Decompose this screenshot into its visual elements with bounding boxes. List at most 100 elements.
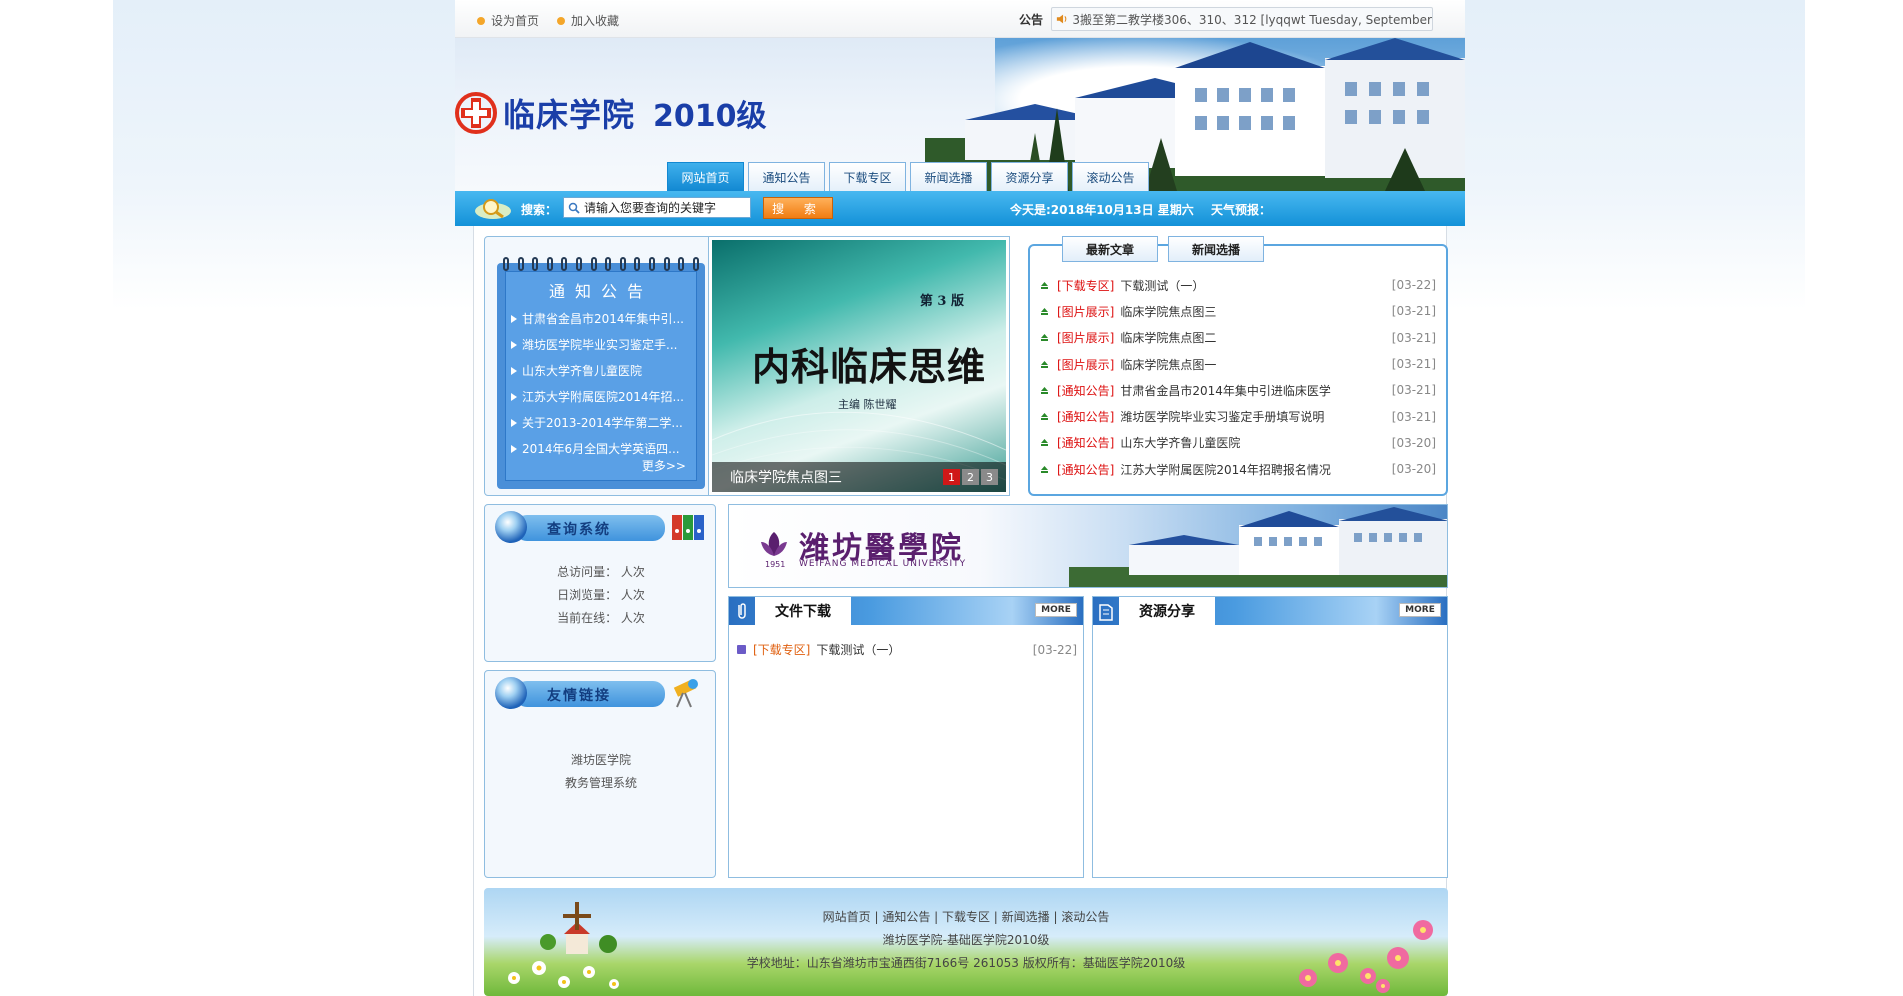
download-item-date: [03-22] xyxy=(1032,642,1077,657)
list-bullet-icon xyxy=(737,645,746,654)
main-nav: 网站首页 通知公告 下载专区 新闻选播 资源分享 滚动公告 xyxy=(667,162,1149,191)
latest-article-item[interactable]: [图片展示] 临床学院焦点图一 [03-21] xyxy=(1040,351,1436,377)
arrow-up-icon xyxy=(1041,307,1048,315)
resource-title: 资源分享 xyxy=(1119,597,1215,625)
download-header: 文件下载 MORE xyxy=(729,597,1083,625)
tab-latest-articles[interactable]: 最新文章 xyxy=(1062,236,1158,262)
site-title: 临床学院 xyxy=(503,96,636,134)
notice-item[interactable]: 潍坊医学院毕业实习鉴定手... xyxy=(506,332,696,358)
article-title: 潍坊医学院毕业实习鉴定手册填写说明 xyxy=(1120,410,1325,425)
notice-item[interactable]: 山东大学齐鲁儿童医院 xyxy=(506,358,696,384)
download-item-category: [下载专区] xyxy=(753,643,811,657)
latest-article-item[interactable]: [图片展示] 临床学院焦点图三 [03-21] xyxy=(1040,298,1436,324)
article-date: [03-20] xyxy=(1391,462,1436,477)
notice-marquee[interactable]: 3搬至第二教学楼306、310、312 [lyqqwt Tuesday, Sep… xyxy=(1051,7,1433,31)
orchid-emblem-icon xyxy=(761,532,787,556)
tab-scroll-notices[interactable]: 滚动公告 xyxy=(1072,162,1149,191)
search-bar: 搜索： 请输入您要查询的关键字 搜 索 今天是:2018年10月13日 星期六 … xyxy=(455,191,1465,226)
current-date: 今天是:2018年10月13日 星期六 xyxy=(1010,203,1194,217)
article-category: [图片展示] xyxy=(1057,357,1115,372)
article-date: [03-21] xyxy=(1391,330,1436,345)
paperclip-icon xyxy=(738,603,746,619)
content-frame: 通知公告 甘肃省金昌市2014年集中引... 潍坊医学院毕业实习鉴定手... 山… xyxy=(473,226,1448,996)
notice-panel: 通知公告 甘肃省金昌市2014年集中引... 潍坊医学院毕业实习鉴定手... 山… xyxy=(484,236,716,496)
notice-more-link[interactable]: 更多>> xyxy=(642,457,686,474)
bullet-icon xyxy=(477,16,485,25)
slide-page-2[interactable]: 2 xyxy=(962,469,979,485)
article-category: [通知公告] xyxy=(1057,462,1115,477)
tab-resources[interactable]: 资源分享 xyxy=(991,162,1068,191)
latest-article-item[interactable]: [通知公告] 潍坊医学院毕业实习鉴定手册填写说明 [03-21] xyxy=(1040,403,1436,429)
notice-text: 3搬至第二教学楼306、310、312 [lyqqwt Tuesday, Sep… xyxy=(1072,12,1432,27)
top-bar: 设为首页 加入收藏 公告 3搬至第二教学楼306、310、312 [lyqqwt… xyxy=(455,0,1465,38)
add-favorite-label: 加入收藏 xyxy=(571,14,620,28)
link-academic-system[interactable]: 教务管理系统 xyxy=(485,774,717,791)
article-category: [图片展示] xyxy=(1057,331,1115,346)
set-home-link[interactable]: 设为首页 xyxy=(477,12,539,29)
weifang-banner[interactable]: 潍坊醫學院 1951 WEIFANG MEDICAL UNIVERSITY xyxy=(728,504,1448,588)
article-title: 下载测试（一） xyxy=(1120,278,1205,293)
tab-notices[interactable]: 通知公告 xyxy=(748,162,825,191)
arrow-up-icon xyxy=(1041,281,1048,289)
article-title: 江苏大学附属医院2014年招聘报名情况 xyxy=(1120,462,1331,477)
focus-slideshow[interactable]: 第 3 版 内科临床思维 主编 陈世耀 临床学院焦点图三 1 2 3 xyxy=(708,236,1010,496)
article-category: [下载专区] xyxy=(1057,278,1115,293)
tab-news-picks[interactable]: 新闻选播 xyxy=(1168,236,1264,262)
article-title: 山东大学齐鲁儿童医院 xyxy=(1120,436,1241,451)
search-icon xyxy=(568,202,580,214)
add-favorite-link[interactable]: 加入收藏 xyxy=(557,12,619,29)
latest-article-item[interactable]: [通知公告] 江苏大学附属医院2014年招聘报名情况 [03-20] xyxy=(1040,456,1436,482)
arrow-up-icon xyxy=(1041,360,1048,368)
search-button[interactable]: 搜 索 xyxy=(763,197,833,219)
slide-pager: 1 2 3 xyxy=(943,469,998,485)
notice-board-title: 通知公告 xyxy=(548,282,653,301)
book-icon xyxy=(1099,604,1113,621)
search-label: 搜索： xyxy=(521,203,558,217)
footer-nav-links[interactable]: 网站首页 | 通知公告 | 下载专区 | 新闻选播 | 滚动公告 xyxy=(484,908,1448,925)
resource-more-button[interactable]: MORE xyxy=(1399,603,1441,617)
page-container: 设为首页 加入收藏 公告 3搬至第二教学楼306、310、312 [lyqqwt… xyxy=(455,0,1465,996)
resource-share-panel: 资源分享 MORE xyxy=(1092,596,1448,878)
site-footer: 网站首页 | 通知公告 | 下载专区 | 新闻选播 | 滚动公告 潍坊医学院-基… xyxy=(484,888,1448,996)
search-input[interactable]: 请输入您要查询的关键字 xyxy=(563,197,751,218)
article-title: 甘肃省金昌市2014年集中引进临床医学 xyxy=(1120,383,1331,398)
site-banner: 临床学院 2010级 网站首页 通知公告 下载专区 新闻选播 资源分享 滚动公告 xyxy=(455,38,1465,191)
medical-cross-icon xyxy=(455,92,497,134)
notice-item[interactable]: 甘肃省金昌市2014年集中引... xyxy=(506,306,696,332)
latest-article-item[interactable]: [图片展示] 临床学院焦点图二 [03-21] xyxy=(1040,325,1436,351)
slide-page-1[interactable]: 1 xyxy=(943,469,960,485)
weifang-year: 1951 xyxy=(765,560,786,569)
article-date: [03-21] xyxy=(1391,383,1436,398)
notepad-page: 通知公告 甘肃省金昌市2014年集中引... 潍坊医学院毕业实习鉴定手... 山… xyxy=(505,271,697,481)
notice-ticker: 公告 3搬至第二教学楼306、310、312 [lyqqwt Tuesday, … xyxy=(1019,7,1433,31)
site-logo[interactable]: 临床学院 2010级 xyxy=(455,90,767,136)
article-title: 临床学院焦点图三 xyxy=(1120,304,1217,319)
article-date: [03-20] xyxy=(1391,435,1436,450)
link-weifang-medical[interactable]: 潍坊医学院 xyxy=(485,751,717,768)
file-download-panel: 文件下载 MORE [下载专区] 下载测试（一） [03-22] xyxy=(728,596,1084,878)
slide-page-3[interactable]: 3 xyxy=(981,469,998,485)
download-item-title: 下载测试（一） xyxy=(816,643,901,657)
latest-article-item[interactable]: [通知公告] 山东大学齐鲁儿童医院 [03-20] xyxy=(1040,430,1436,456)
article-title: 临床学院焦点图一 xyxy=(1120,357,1217,372)
article-date: [03-21] xyxy=(1391,409,1436,424)
query-header: 查询系统 xyxy=(495,509,707,545)
tab-news[interactable]: 新闻选播 xyxy=(910,162,987,191)
notice-label: 公告 xyxy=(1018,12,1043,27)
download-item[interactable]: [下载专区] 下载测试（一） [03-22] xyxy=(737,641,1077,658)
download-more-button[interactable]: MORE xyxy=(1035,603,1077,617)
tab-downloads[interactable]: 下载专区 xyxy=(829,162,906,191)
latest-article-item[interactable]: [通知公告] 甘肃省金昌市2014年集中引进临床医学 [03-21] xyxy=(1040,377,1436,403)
arrow-up-icon xyxy=(1041,413,1048,421)
search-placeholder: 请输入您要查询的关键字 xyxy=(584,201,717,215)
footer-address: 学校地址：山东省潍坊市宝通西街7166号 261053 版权所有：基础医学院20… xyxy=(746,956,1186,970)
slide-edition: 第 3 版 xyxy=(919,294,964,309)
slide-author: 主编 陈世耀 xyxy=(838,398,897,411)
arrow-up-icon xyxy=(1041,386,1048,394)
notice-item[interactable]: 关于2013-2014学年第二学... xyxy=(506,410,696,436)
latest-list: [下载专区] 下载测试（一） [03-22] [图片展示] 临床学院焦点图三 [03-21… xyxy=(1040,272,1436,482)
tab-home[interactable]: 网站首页 xyxy=(667,162,744,191)
speaker-icon xyxy=(1056,14,1067,24)
latest-article-item[interactable]: [下载专区] 下载测试（一） [03-22] xyxy=(1040,272,1436,298)
notice-item[interactable]: 江苏大学附属医院2014年招... xyxy=(506,384,696,410)
